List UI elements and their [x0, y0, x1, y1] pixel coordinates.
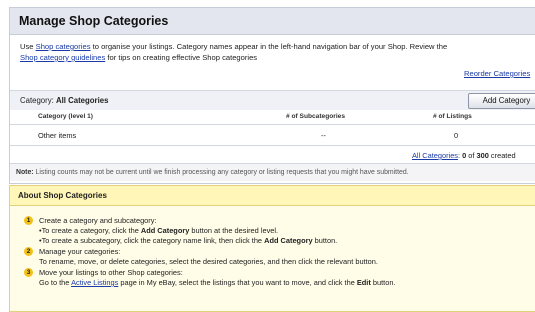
step-3-line-1-b: page in My eBay, select the listings tha…: [118, 278, 357, 287]
step-1-line-2-c: button.: [312, 236, 338, 245]
step-3-line-1-a: Go to the: [39, 278, 72, 287]
step-2-line-1: To rename, move, or delete categories, s…: [39, 257, 378, 266]
active-listings-link[interactable]: Active Listings: [71, 278, 118, 287]
step-3-title: Move your listings to other Shop categor…: [39, 268, 183, 277]
step-3-line-1-bold: Edit: [356, 278, 371, 287]
step-1-line-1-a: •To create a category, click the: [39, 226, 141, 235]
table-header: Category (level 1) # of Subcategories # …: [10, 110, 535, 125]
add-category-button[interactable]: Add Category: [468, 93, 535, 109]
summary-text-2: of: [466, 151, 477, 160]
shop-categories-link[interactable]: Shop categories: [36, 42, 91, 51]
category-name-cell: Other items: [38, 131, 77, 140]
step-1-title: Create a category and subcategory:: [39, 216, 157, 225]
about-shop-categories-panel: About Shop Categories 1 Create a categor…: [9, 185, 535, 312]
summary-text-3: created: [488, 151, 516, 160]
intro-text-3: for tips on creating effective Shop cate…: [105, 53, 258, 62]
reorder-categories-link[interactable]: Reorder Categories: [464, 69, 530, 78]
step-2-title: Manage your categories:: [39, 247, 121, 256]
summary-max: 300: [476, 151, 489, 160]
manage-categories-panel: Manage Shop Categories Use Shop categori…: [9, 7, 535, 184]
category-label: Category: All Categories: [20, 96, 108, 105]
step-1-line-2-b: Add Category: [264, 236, 313, 245]
table-row: Other items -- 0: [10, 125, 535, 146]
intro-text-1: Use: [20, 42, 36, 51]
column-header-listings: # of Listings: [433, 113, 472, 120]
note-text: Listing counts may not be current until …: [33, 169, 409, 176]
shop-category-guidelines-link[interactable]: Shop category guidelines: [20, 53, 105, 62]
note-label: Note:: [16, 169, 34, 176]
intro-text: Use Shop categories to organise your lis…: [20, 41, 535, 63]
column-header-subcategories: # of Subcategories: [286, 113, 345, 120]
step-1-line-1-c: button at the desired level.: [189, 226, 279, 235]
step-2-body: Manage your categories: To rename, move,…: [39, 247, 535, 267]
step-1-line-2: •To create a subcategory, click the cate…: [39, 236, 535, 246]
step-number-1: 1: [24, 216, 33, 225]
category-summary: All Categories: 0 of 300 created: [412, 151, 516, 160]
subcategory-count-cell: --: [321, 131, 326, 140]
about-title: About Shop Categories: [10, 186, 535, 206]
step-3-body: Move your listings to other Shop categor…: [39, 268, 535, 288]
category-value: All Categories: [55, 96, 109, 105]
step-3-line-1-c: button.: [370, 278, 396, 287]
page-title: Manage Shop Categories: [10, 8, 535, 35]
column-header-category: Category (level 1): [38, 113, 93, 120]
step-1-line-1-b: Add Category: [140, 226, 190, 235]
step-1-line-2-a: •To create a subcategory, click the cate…: [39, 236, 265, 245]
category-label-text: Category:: [20, 96, 54, 105]
all-categories-link[interactable]: All Categories: [412, 151, 458, 160]
step-1-body: Create a category and subcategory: •To c…: [39, 216, 535, 246]
category-bar: Category: All Categories Add Category: [10, 90, 535, 110]
note: Note: Listing counts may not be current …: [10, 163, 535, 181]
step-number-2: 2: [24, 247, 33, 256]
step-3-line-1: Go to the Active Listings page in My eBa…: [39, 278, 535, 288]
step-number-3: 3: [24, 268, 33, 277]
intro-text-2: to organise your listings. Category name…: [90, 42, 448, 51]
step-1-line-1: •To create a category, click the Add Cat…: [39, 226, 535, 236]
listing-count-cell: 0: [454, 131, 459, 140]
page: Manage Shop Categories Use Shop categori…: [9, 7, 535, 312]
